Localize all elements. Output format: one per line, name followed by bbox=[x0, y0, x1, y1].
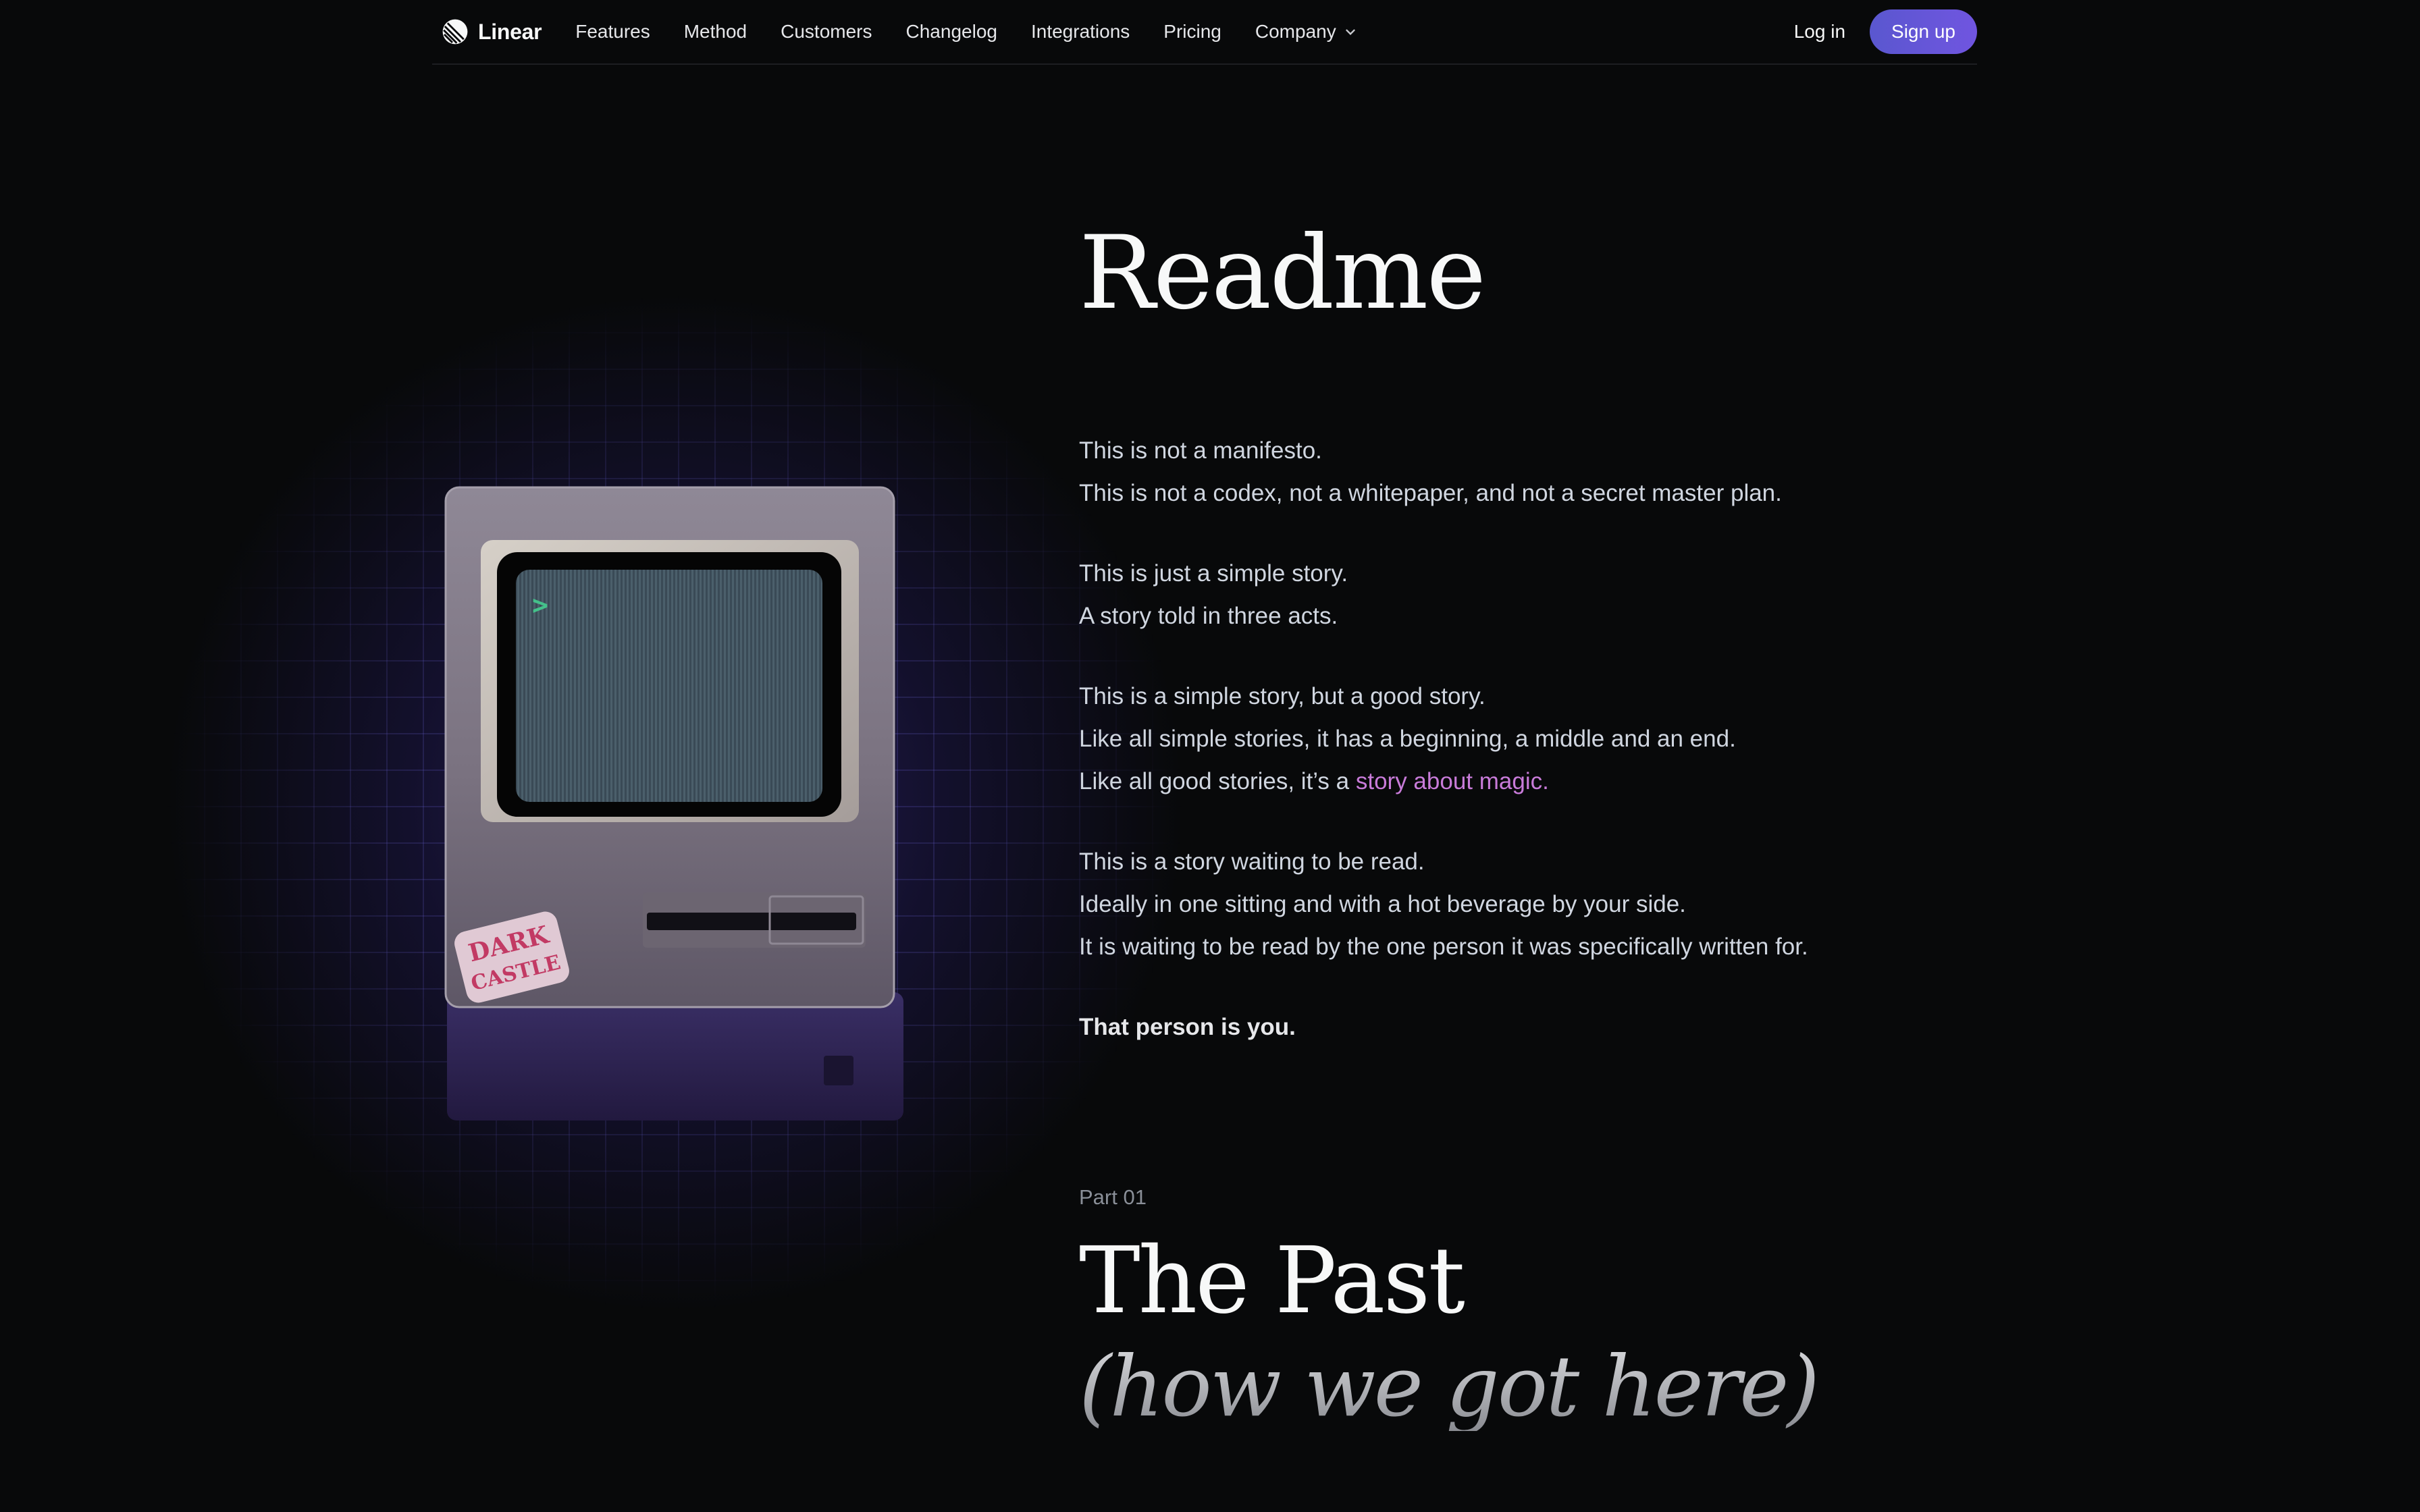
paragraph-2: This is just a simple story. A story tol… bbox=[1079, 552, 1957, 637]
part-subtitle: (how we got here) bbox=[1079, 1339, 1820, 1436]
paragraph-1: This is not a manifesto. This is not a c… bbox=[1079, 429, 1957, 514]
computer-icon: > DARK CASTLE bbox=[444, 486, 903, 1120]
nav-link-features[interactable]: Features bbox=[575, 21, 650, 43]
svg-text:>: > bbox=[532, 590, 548, 621]
paragraph-line: It is waiting to be read by the one pers… bbox=[1079, 934, 1808, 960]
paragraph-4: This is a story waiting to be read. Idea… bbox=[1079, 840, 1957, 968]
login-link[interactable]: Log in bbox=[1794, 21, 1845, 43]
logo-text: Linear bbox=[478, 19, 542, 44]
paragraph-line: Like all simple stories, it has a beginn… bbox=[1079, 726, 1736, 752]
linear-logo[interactable]: Linear bbox=[442, 18, 542, 45]
nav-link-company-label: Company bbox=[1255, 21, 1336, 42]
top-navigation: Linear Features Method Customers Changel… bbox=[432, 0, 1977, 65]
nav-link-pricing[interactable]: Pricing bbox=[1163, 21, 1221, 43]
paragraph-line: This is just a simple story. bbox=[1079, 560, 1348, 587]
paragraph-line: This is a story waiting to be read. bbox=[1079, 848, 1425, 875]
nav-link-customers[interactable]: Customers bbox=[781, 21, 872, 43]
paragraph-line: Ideally in one sitting and with a hot be… bbox=[1079, 891, 1686, 917]
closing-paragraph: That person is you. bbox=[1079, 1006, 1957, 1048]
part-title: The Past bbox=[1079, 1228, 1465, 1334]
nav-link-method[interactable]: Method bbox=[684, 21, 747, 43]
nav-link-integrations[interactable]: Integrations bbox=[1031, 21, 1130, 43]
signup-button[interactable]: Sign up bbox=[1870, 9, 1977, 54]
page-title: Readme bbox=[1079, 215, 1486, 332]
paragraph-line: This is a simple story, but a good story… bbox=[1079, 683, 1485, 709]
nav-link-changelog[interactable]: Changelog bbox=[906, 21, 997, 43]
auth-actions: Log in Sign up bbox=[1794, 9, 1977, 54]
linear-logo-icon bbox=[442, 19, 468, 45]
retro-computer-illustration: > DARK CASTLE bbox=[432, 479, 918, 1127]
main-menu: Features Method Customers Changelog Inte… bbox=[575, 21, 1392, 43]
nav-link-company[interactable]: Company bbox=[1255, 21, 1358, 43]
magic-line: Like all good stories, it’s a story abou… bbox=[1079, 760, 1957, 803]
paragraph-line: A story told in three acts. bbox=[1079, 603, 1338, 629]
chevron-down-icon bbox=[1346, 29, 1355, 36]
article-body: This is not a manifesto. This is not a c… bbox=[1079, 429, 1957, 1086]
closing-line: That person is you. bbox=[1079, 1014, 1296, 1040]
paragraph-line: This is not a manifesto. bbox=[1079, 437, 1322, 464]
part-label: Part 01 bbox=[1079, 1185, 1147, 1209]
story-about-magic-link[interactable]: story about magic. bbox=[1356, 768, 1549, 794]
magic-prefix: Like all good stories, it’s a bbox=[1079, 768, 1356, 794]
paragraph-line: This is not a codex, not a whitepaper, a… bbox=[1079, 480, 1782, 506]
paragraph-3: This is a simple story, but a good story… bbox=[1079, 675, 1957, 803]
